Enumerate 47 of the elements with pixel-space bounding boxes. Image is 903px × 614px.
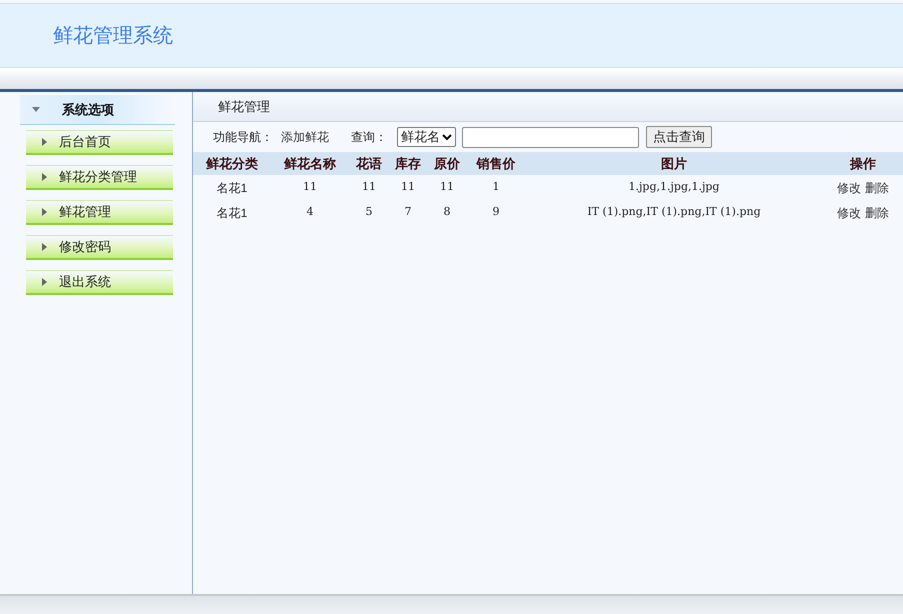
action-link[interactable]: 删除 xyxy=(865,204,889,222)
add-link[interactable]: 添加鲜花 xyxy=(281,128,329,146)
column-header: 鲜花名称 xyxy=(282,154,337,173)
caret-right-icon xyxy=(42,138,47,146)
column-header: 库存 xyxy=(394,154,422,173)
table-cell-text: 9 xyxy=(492,204,500,220)
column-header: 花语 xyxy=(354,154,383,173)
sidebar-item[interactable]: 鲜花管理 xyxy=(26,200,173,225)
column-header: 操作 xyxy=(848,154,877,173)
caret-right-icon xyxy=(42,208,47,216)
chevron-down-icon xyxy=(442,134,452,140)
content-title: 鲜花管理 xyxy=(218,98,270,116)
column-header: 图片 xyxy=(660,154,688,173)
table-cell-text: IT (1).png,IT (1).png,IT (1).png xyxy=(586,204,762,220)
column-header: 鲜花分类 xyxy=(204,154,259,173)
caret-right-icon xyxy=(42,173,47,181)
sidebar-item[interactable]: 后台首页 xyxy=(26,130,173,155)
table-cell-text: 11 xyxy=(439,179,455,196)
sidebar-title: 系统选项 xyxy=(62,100,114,119)
sidebar-item[interactable]: 鲜花分类管理 xyxy=(26,165,173,190)
table-cell-text: 5 xyxy=(364,204,374,220)
caret-right-icon xyxy=(42,278,47,286)
table-cell-text: 1.jpg,1.jpg,1.jpg xyxy=(628,179,720,196)
sidebar-item[interactable]: 修改密码 xyxy=(26,235,173,260)
column-header: 销售价 xyxy=(475,154,516,173)
search-field[interactable] xyxy=(462,126,639,148)
app-title: 鲜花管理系统 xyxy=(53,24,173,48)
sidebar-item[interactable]: 退出系统 xyxy=(26,270,173,295)
table-cell-text: 7 xyxy=(404,204,412,220)
table-cell-text: 名花1 xyxy=(216,204,248,222)
table-cell-text: 4 xyxy=(306,204,314,220)
caret-down-icon xyxy=(32,107,40,112)
table-cell-text: 11 xyxy=(400,179,416,196)
caret-right-icon xyxy=(42,243,47,251)
action-link[interactable]: 删除 xyxy=(865,178,889,196)
search-type-select[interactable]: 鲜花名 xyxy=(397,127,456,147)
column-header: 原价 xyxy=(433,154,461,173)
table-cell-text: 11 xyxy=(302,179,318,196)
search-button[interactable]: 点击查询 xyxy=(646,126,712,148)
table-cell-text: 1 xyxy=(492,179,500,196)
action-link[interactable]: 修改 xyxy=(837,178,861,196)
action-link[interactable]: 修改 xyxy=(837,204,861,222)
table-cell-text: 8 xyxy=(442,204,452,220)
table-cell-text: 11 xyxy=(361,179,377,196)
query-label: 查询： xyxy=(351,129,387,146)
table-cell-text: 名花1 xyxy=(216,180,248,196)
nav-label: 功能导航： xyxy=(213,129,273,146)
